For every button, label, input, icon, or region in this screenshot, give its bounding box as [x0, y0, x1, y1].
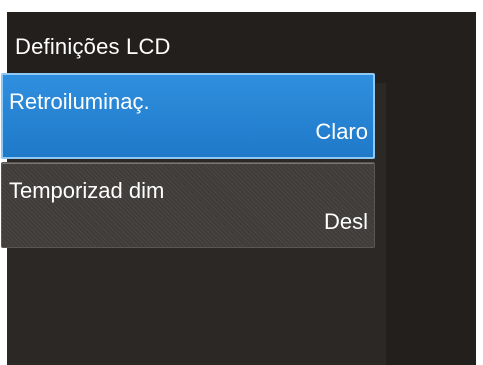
menu-item-label: Temporizad dim [9, 178, 165, 203]
page: Definições LCD Retroiluminaç. Claro Temp… [0, 0, 483, 365]
menu-item-value: Desl [323, 209, 368, 234]
page-title: Definições LCD [15, 34, 171, 59]
menu-item-label: Retroiluminaç. [9, 89, 150, 114]
menu-item-value: Claro [315, 119, 368, 144]
menu-item-dim-timer[interactable]: Temporizad dim Desl [1, 162, 375, 248]
menu-item-backlight[interactable]: Retroiluminaç. Claro [1, 73, 375, 159]
right-panel [386, 83, 476, 365]
